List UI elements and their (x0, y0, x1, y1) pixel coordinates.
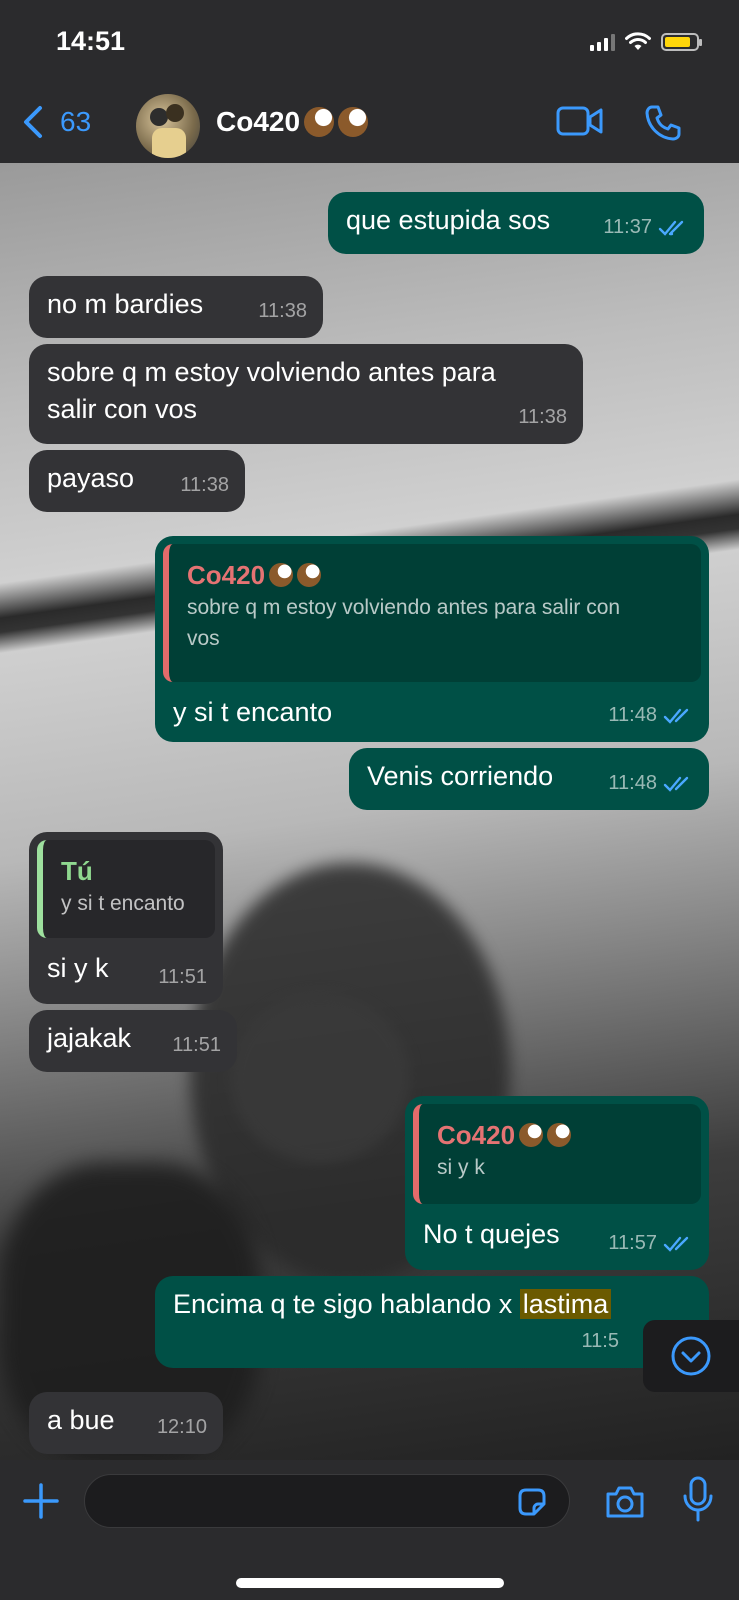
signal-icon (590, 33, 615, 51)
message-meta: 11:38 (180, 467, 229, 504)
double-check-icon (663, 776, 689, 792)
message-time: 11:38 (518, 406, 567, 428)
message-time: 11:57 (608, 1232, 657, 1254)
double-check-icon (663, 708, 689, 724)
quote-author-name: Co420 (187, 560, 266, 590)
chevron-down-circle-icon (671, 1336, 711, 1376)
message-meta: 11:57 (608, 1225, 693, 1262)
message-time: 11:48 (608, 704, 657, 726)
quote-text-line: vos (187, 627, 220, 650)
microphone-button[interactable] (682, 1476, 714, 1527)
plus-icon (23, 1483, 59, 1519)
outgoing-message[interactable]: Encima q te sigo hablando x lastima 11:5 (155, 1276, 709, 1368)
incoming-message[interactable]: no m bardies 11:38 (29, 276, 323, 338)
back-button[interactable]: 63 (20, 104, 91, 140)
outgoing-reply-message[interactable]: Co420 sobre q m estoy volviendo antes pa… (155, 536, 709, 742)
message-text: a bue (47, 1405, 115, 1435)
coconut-emoji-icon (547, 1123, 572, 1147)
wifi-icon (625, 32, 651, 50)
incoming-message[interactable]: jajakak 11:51 (29, 1010, 237, 1072)
contact-avatar[interactable] (136, 94, 200, 158)
message-meta: 11:38 (518, 399, 567, 436)
message-meta: 11:5 (582, 1323, 619, 1360)
message-time: 11:51 (158, 966, 207, 988)
quoted-message[interactable]: Co420 sobre q m estoy volviendo antes pa… (163, 544, 701, 682)
quote-author-name: Co420 (437, 1120, 516, 1150)
coconut-emoji-icon (269, 563, 294, 587)
status-time: 14:51 (56, 26, 126, 56)
message-meta: 11:51 (158, 959, 207, 996)
message-text: que estupida sos (346, 205, 551, 235)
message-input-bar (0, 1460, 739, 1600)
message-text: Venis corriendo (367, 761, 554, 791)
quote-text: si y k (437, 1156, 485, 1179)
incoming-message[interactable]: a bue 12:10 (29, 1392, 223, 1454)
message-meta: 11:38 (258, 293, 307, 330)
message-meta: 11:48 (608, 765, 693, 802)
message-time: 11:51 (172, 1034, 221, 1056)
double-check-icon (663, 1236, 689, 1252)
message-time: 11:48 (608, 772, 657, 794)
message-time: 11:5 (581, 1330, 619, 1352)
message-time: 11:38 (258, 300, 307, 322)
camera-icon (606, 1486, 644, 1518)
message-text: Encima q te sigo hablando x lastima (173, 1289, 612, 1319)
outgoing-message[interactable]: que estupida sos 11:37 (328, 192, 704, 254)
scroll-to-bottom-button[interactable] (643, 1320, 739, 1392)
contact-name[interactable]: Co420 (216, 106, 369, 138)
incoming-reply-message[interactable]: Tú y si t encanto si y k 11:51 (29, 832, 223, 1004)
chevron-left-icon (24, 106, 42, 138)
message-text-line: sobre q m estoy volviendo antes para (47, 357, 496, 387)
quote-author: Co420 (437, 1118, 683, 1152)
voice-call-button[interactable] (644, 104, 682, 147)
battery-icon (661, 33, 702, 51)
sticker-icon (518, 1488, 546, 1516)
video-camera-icon (556, 106, 603, 136)
incoming-message[interactable]: payaso 11:38 (29, 450, 245, 512)
quote-author: Tú (61, 856, 93, 886)
double-check-icon (658, 220, 684, 236)
phone-icon (645, 105, 681, 141)
video-call-button[interactable] (556, 104, 604, 143)
message-meta: 11:51 (172, 1027, 221, 1064)
status-icons (590, 32, 702, 52)
quote-author: Co420 (187, 558, 683, 592)
outgoing-message[interactable]: Venis corriendo 11:48 (349, 748, 709, 810)
coconut-emoji-icon (519, 1123, 544, 1147)
quoted-message[interactable]: Tú y si t encanto (37, 840, 215, 938)
home-indicator (236, 1578, 504, 1588)
camera-button[interactable] (604, 1484, 646, 1525)
message-meta: 11:48 (608, 697, 693, 734)
outgoing-reply-message[interactable]: Co420 si y k No t quejes 11:57 (405, 1096, 709, 1270)
message-text-line: salir con vos (47, 394, 198, 424)
chat-header: 14:51 63 Co420 (0, 0, 739, 163)
message-text: no m bardies (47, 289, 204, 319)
quote-text-line: sobre q m estoy volviendo antes para sal… (187, 596, 621, 619)
microphone-icon (683, 1476, 713, 1522)
message-time: 11:37 (603, 216, 652, 238)
search-highlight: lastima (519, 1289, 612, 1319)
message-text: payaso (47, 463, 135, 493)
quote-text: y si t encanto (61, 892, 185, 915)
quoted-message[interactable]: Co420 si y k (413, 1104, 701, 1204)
coconut-emoji-icon (297, 563, 322, 587)
message-meta: 11:37 (603, 209, 688, 246)
message-meta: 12:10 (157, 1409, 207, 1446)
sticker-button[interactable] (516, 1486, 548, 1523)
unread-count: 63 (60, 106, 92, 137)
attach-button[interactable] (22, 1482, 60, 1525)
contact-name-text: Co420 (216, 106, 301, 137)
incoming-message[interactable]: sobre q m estoy volviendo antes para sal… (29, 344, 583, 444)
message-text: jajakak (47, 1023, 132, 1053)
coconut-emoji-icon (338, 107, 369, 137)
message-time: 12:10 (156, 1416, 207, 1438)
message-input[interactable] (84, 1474, 570, 1528)
message-text-plain: Encima q te sigo hablando x (173, 1289, 520, 1319)
coconut-emoji-icon (304, 107, 335, 137)
message-time: 11:38 (180, 474, 229, 496)
